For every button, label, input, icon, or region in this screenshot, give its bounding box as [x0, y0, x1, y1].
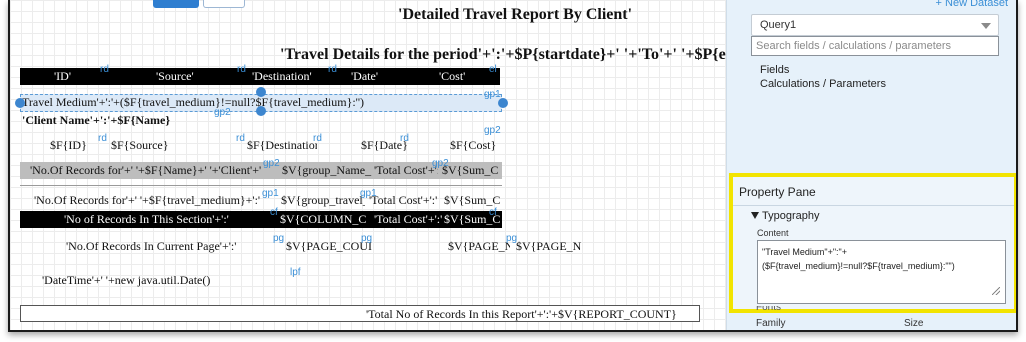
- column-header-tag-3: rd: [328, 64, 337, 75]
- report-subtitle[interactable]: 'Travel Details for the period'+':'+$P{s…: [280, 46, 726, 64]
- chevron-down-icon: [981, 23, 991, 29]
- column-footer-total-label[interactable]: 'Total Cost'+':': [374, 212, 442, 227]
- query-select[interactable]: Query1: [751, 14, 999, 36]
- column-header-destination[interactable]: 'Destination': [252, 69, 312, 84]
- detail-tag-2: rd: [236, 133, 245, 144]
- column-footer-label[interactable]: 'No of Records In This Section'+':': [64, 212, 229, 227]
- detail-id[interactable]: $F{ID}: [50, 138, 87, 153]
- content-label: Content: [757, 228, 789, 238]
- new-dataset-link[interactable]: + New Dataset: [936, 0, 1008, 9]
- group2-footer-tag-1: gp2: [263, 158, 280, 169]
- search-fields-input[interactable]: [751, 36, 999, 56]
- typography-section-label: Typography: [762, 210, 820, 222]
- page-footer-count[interactable]: $V{PAGE_COUI: [286, 239, 372, 254]
- font-size-label: Size: [904, 318, 924, 329]
- summary-report-count[interactable]: 'Total No of Records In this Report'+':'…: [366, 307, 677, 322]
- group-header-band-tag-2: gp2: [214, 107, 231, 118]
- toolbar-button-cut-2[interactable]: [203, 0, 245, 8]
- content-textarea[interactable]: "Travel Medium"+":"+ ($F{travel_medium}!…: [757, 240, 1006, 304]
- page-footer-tag-2: pg: [361, 233, 373, 244]
- group2-footer-label[interactable]: 'No.Of Records for'+' '+$F{Name}+' '+'Cl…: [30, 163, 262, 178]
- toolbar-button-cut[interactable]: [153, 0, 199, 8]
- detail-destination[interactable]: $F{Destination: [247, 138, 317, 153]
- page-footer-label[interactable]: 'No.Of Records In Current Page'+':': [66, 239, 236, 254]
- group1-footer-total-label[interactable]: 'Total Cost'+':': [369, 193, 439, 208]
- column-footer-tag-1: cf: [270, 207, 278, 218]
- page-footer-page-number[interactable]: $V{PAGE_N: [448, 239, 510, 254]
- group1-footer-sum[interactable]: $V{Sum_C: [444, 193, 500, 208]
- detail-tag-4: rd: [400, 133, 409, 144]
- group1-footer-count[interactable]: $V{group_travel_: [281, 193, 365, 208]
- detail-source[interactable]: $F{Source}: [111, 138, 169, 153]
- caret-down-icon: [751, 212, 759, 219]
- detail-cost[interactable]: $F{Cost}: [450, 138, 498, 153]
- client-name-expression[interactable]: 'Client Name'+':'+$F{Name}: [22, 113, 170, 128]
- last-page-datetime[interactable]: 'DateTime'+' '+new java.util.Date(): [42, 273, 210, 288]
- column-header-tag-1: rd: [100, 64, 109, 75]
- tree-item-calculations-parameters[interactable]: Calculations / Parameters: [760, 78, 886, 90]
- fonts-heading: Fonts: [756, 306, 782, 313]
- content-textarea-value: "Travel Medium"+":"+ ($F{travel_medium}!…: [762, 247, 955, 271]
- column-footer-count[interactable]: $V{COLUMN_C: [280, 212, 370, 227]
- query-select-value: Query1: [760, 19, 797, 31]
- property-pane: Property Pane Typography Content "Travel…: [729, 173, 1016, 313]
- group1-footer-label[interactable]: 'No.Of Records for'+' '+$F{travel_medium…: [34, 193, 266, 208]
- page-footer-tag-1: pg: [273, 233, 285, 244]
- column-header-source[interactable]: 'Source': [156, 69, 194, 84]
- report-designer-window: 'Detailed Travel Report By Client' 'Trav…: [8, 0, 1018, 332]
- report-title[interactable]: 'Detailed Travel Report By Client': [398, 6, 632, 24]
- column-footer-tag-2: cf: [489, 207, 497, 218]
- property-pane-divider: [733, 205, 1014, 206]
- group2-footer-total-label[interactable]: 'Total Cost'+':': [374, 163, 438, 178]
- band-separator-1: [20, 185, 502, 186]
- column-header-tag-4: el: [489, 64, 497, 75]
- detail-tag-3: rd: [313, 133, 322, 144]
- column-header-cost[interactable]: 'Cost': [439, 69, 465, 84]
- column-header-id[interactable]: 'ID': [54, 69, 71, 84]
- page-footer-total-pages[interactable]: $V{PAGE_N: [516, 239, 586, 254]
- resize-handle-bottom[interactable]: [256, 106, 266, 116]
- resize-handle-top[interactable]: [256, 87, 266, 97]
- report-design-canvas[interactable]: 'Detailed Travel Report By Client' 'Trav…: [10, 0, 726, 330]
- typography-section-toggle[interactable]: Typography: [751, 210, 819, 222]
- resize-handle-left[interactable]: [15, 98, 25, 108]
- group1-footer-tag-1: gp1: [262, 188, 279, 199]
- group2-footer-count[interactable]: $V{group_Name_: [282, 163, 372, 178]
- tree-item-fields[interactable]: Fields: [760, 64, 789, 76]
- property-pane-title: Property Pane: [739, 185, 816, 199]
- group2-footer-sum[interactable]: $V{Sum_C: [442, 163, 500, 178]
- group-header-band-tag: gp1: [484, 89, 501, 100]
- last-page-footer-tag: lpf: [290, 267, 301, 278]
- font-family-label: Family: [756, 318, 786, 329]
- column-header-date[interactable]: 'Date': [351, 69, 378, 84]
- resize-grip-icon[interactable]: [992, 287, 1000, 295]
- detail-tag-1: rd: [98, 133, 107, 144]
- column-header-tag-2: rd: [237, 64, 246, 75]
- detail-tag-5: gp2: [484, 125, 501, 136]
